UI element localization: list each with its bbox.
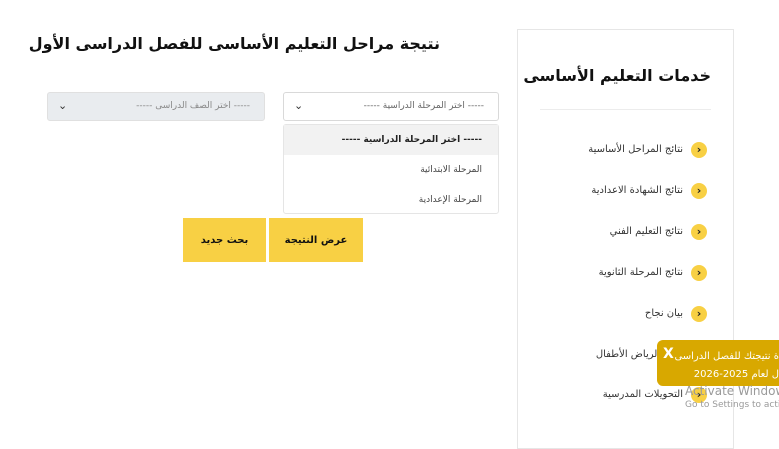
watermark-subtitle: Go to Settings to activat bbox=[685, 400, 779, 410]
watermark-title: Activate Windows bbox=[685, 384, 779, 398]
close-icon[interactable]: X bbox=[663, 346, 674, 362]
chevron-left-icon: ‹ bbox=[691, 224, 707, 240]
stage-select-value: ----- اختر المرحلة الدراسية ----- bbox=[363, 101, 484, 111]
stage-select[interactable]: ----- اختر المرحلة الدراسية ----- ⌄ bbox=[283, 92, 499, 121]
sidebar-item-label: نتائج المرحلة الثانوية bbox=[598, 267, 683, 278]
sidebar-item-label: نتائج التعليم الفني bbox=[609, 226, 683, 237]
sidebar-item-secondary-results[interactable]: ‹ نتائج المرحلة الثانوية bbox=[599, 265, 707, 285]
page-title: نتيجة مراحل التعليم الأساسى للفصل الدراس… bbox=[28, 34, 440, 53]
dropdown-option-placeholder[interactable]: ----- اختر المرحلة الدراسية ----- bbox=[284, 125, 498, 155]
stage-dropdown-list: ----- اختر المرحلة الدراسية ----- المرحل… bbox=[283, 124, 499, 214]
sidebar-item-label: بيان نجاح bbox=[644, 308, 683, 319]
sidebar-title: خدمات التعليم الأساسى bbox=[523, 66, 711, 85]
sidebar-item-success-statement[interactable]: ‹ بيان نجاح bbox=[645, 306, 707, 326]
sidebar-item-basic-stages-results[interactable]: ‹ نتائج المراحل الأساسية bbox=[588, 142, 707, 162]
chevron-left-icon: ‹ bbox=[691, 183, 707, 199]
chevron-down-icon: ⌄ bbox=[58, 99, 68, 112]
activation-watermark: Activate Windows Go to Settings to activ… bbox=[685, 384, 779, 410]
result-toast[interactable]: X ة نتيجتك للفصل الدراسى ل لعام 2025-202… bbox=[657, 340, 779, 386]
show-result-button[interactable]: عرض النتيجة bbox=[269, 218, 363, 262]
dropdown-option-primary[interactable]: المرحلة الابتدائية bbox=[284, 155, 498, 185]
sidebar-item-label: التحويلات المدرسية bbox=[602, 389, 683, 400]
chevron-left-icon: ‹ bbox=[691, 265, 707, 281]
sidebar-item-label: نتائج الشهادة الاعدادية bbox=[591, 185, 683, 196]
new-search-button[interactable]: بحث جديد bbox=[183, 218, 266, 262]
toast-text-line2: ل لعام 2025-2026 bbox=[693, 369, 779, 380]
sidebar-divider bbox=[540, 109, 711, 110]
sidebar-item-preparatory-certificate[interactable]: ‹ نتائج الشهادة الاعدادية bbox=[591, 183, 707, 203]
chevron-left-icon: ‹ bbox=[691, 142, 707, 158]
sidebar-item-label: نتائج المراحل الأساسية bbox=[588, 144, 683, 155]
toast-text-line1: ة نتيجتك للفصل الدراسى bbox=[674, 351, 779, 362]
dropdown-option-preparatory[interactable]: المرحلة الإعدادية bbox=[284, 185, 498, 215]
sidebar-item-technical-education[interactable]: ‹ نتائج التعليم الفني bbox=[610, 224, 707, 244]
chevron-left-icon: ‹ bbox=[691, 306, 707, 322]
chevron-down-icon: ⌄ bbox=[294, 99, 304, 112]
grade-select[interactable]: ----- اختر الصف الدراسى ----- ⌄ bbox=[47, 92, 265, 121]
grade-select-value: ----- اختر الصف الدراسى ----- bbox=[136, 101, 250, 111]
